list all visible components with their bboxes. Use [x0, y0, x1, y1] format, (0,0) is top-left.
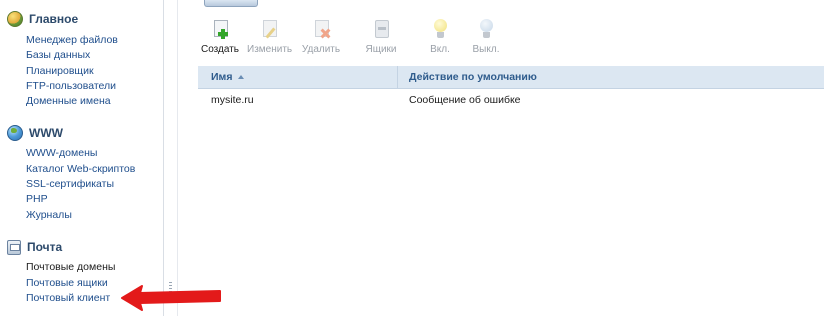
globe-icon: [7, 125, 23, 141]
sidebar-item-ftp-users[interactable]: FTP-пользователи: [26, 80, 116, 92]
sidebar-item-domain-names[interactable]: Доменные имена: [26, 95, 111, 107]
sidebar-item-logs[interactable]: Журналы: [26, 209, 72, 221]
sort-ascending-icon: [238, 75, 245, 80]
section-header-mail[interactable]: Почта: [7, 238, 62, 256]
column-header-label: Имя: [211, 71, 233, 83]
section-title: Главное: [29, 12, 79, 26]
sidebar: Главное Менеджер файлов Базы данных План…: [0, 0, 165, 316]
delete-button-label: Удалить: [301, 44, 341, 55]
sidebar-item-file-manager[interactable]: Менеджер файлов: [26, 34, 118, 46]
section-title: WWW: [29, 126, 63, 140]
mail-domains-table: Имя Действие по умолчанию mysite.ru Сооб…: [198, 66, 824, 111]
bulb-off-icon: [475, 18, 497, 40]
cell-default-action: Сообщение об ошибке: [409, 94, 521, 106]
mailbox-icon: [370, 18, 392, 40]
section-header-www[interactable]: WWW: [7, 124, 63, 142]
edit-button-label: Изменить: [247, 44, 293, 55]
table-row[interactable]: mysite.ru Сообщение об ошибке: [198, 89, 824, 111]
sidebar-splitter[interactable]: [163, 0, 164, 316]
create-button-label: Создать: [200, 44, 239, 55]
sidebar-item-mail-client[interactable]: Почтовый клиент: [26, 292, 110, 304]
sidebar-item-databases[interactable]: Базы данных: [26, 49, 90, 61]
sidebar-item-mail-domains[interactable]: Почтовые домены: [26, 261, 115, 273]
mail-icon: [7, 239, 21, 255]
section-header-main[interactable]: Главное: [7, 10, 78, 28]
sidebar-item-web-scripts[interactable]: Каталог Web-скриптов: [26, 163, 135, 175]
add-document-icon: [209, 18, 231, 40]
content-border: [177, 0, 178, 316]
column-divider[interactable]: [397, 66, 398, 88]
enable-button[interactable]: Вкл.: [418, 18, 462, 55]
edit-button[interactable]: Изменить: [247, 18, 293, 55]
home-icon: [7, 11, 23, 27]
column-header-default-action[interactable]: Действие по умолчанию: [409, 66, 537, 88]
disable-button-label: Выкл.: [472, 44, 500, 55]
sidebar-item-php[interactable]: PHP: [26, 193, 48, 205]
page-header-icon: [204, 0, 258, 7]
edit-icon: [258, 18, 280, 40]
delete-button[interactable]: Удалить: [299, 18, 343, 55]
sidebar-item-scheduler[interactable]: Планировщик: [26, 65, 94, 77]
bulb-on-icon: [429, 18, 451, 40]
delete-icon: [310, 18, 332, 40]
table-header: Имя Действие по умолчанию: [198, 66, 824, 89]
sidebar-item-mailboxes[interactable]: Почтовые ящики: [26, 277, 108, 289]
mailboxes-button-label: Ящики: [365, 44, 397, 55]
sidebar-item-www-domains[interactable]: WWW-домены: [26, 147, 97, 159]
column-header-name[interactable]: Имя: [211, 66, 245, 88]
mailboxes-button[interactable]: Ящики: [359, 18, 403, 55]
create-button[interactable]: Создать: [198, 18, 242, 55]
disable-button[interactable]: Выкл.: [464, 18, 508, 55]
sidebar-item-ssl[interactable]: SSL-сертификаты: [26, 178, 114, 190]
cell-domain-name: mysite.ru: [211, 94, 254, 106]
enable-button-label: Вкл.: [430, 44, 450, 55]
section-title: Почта: [27, 240, 63, 254]
red-arrow-annotation: [121, 285, 221, 311]
